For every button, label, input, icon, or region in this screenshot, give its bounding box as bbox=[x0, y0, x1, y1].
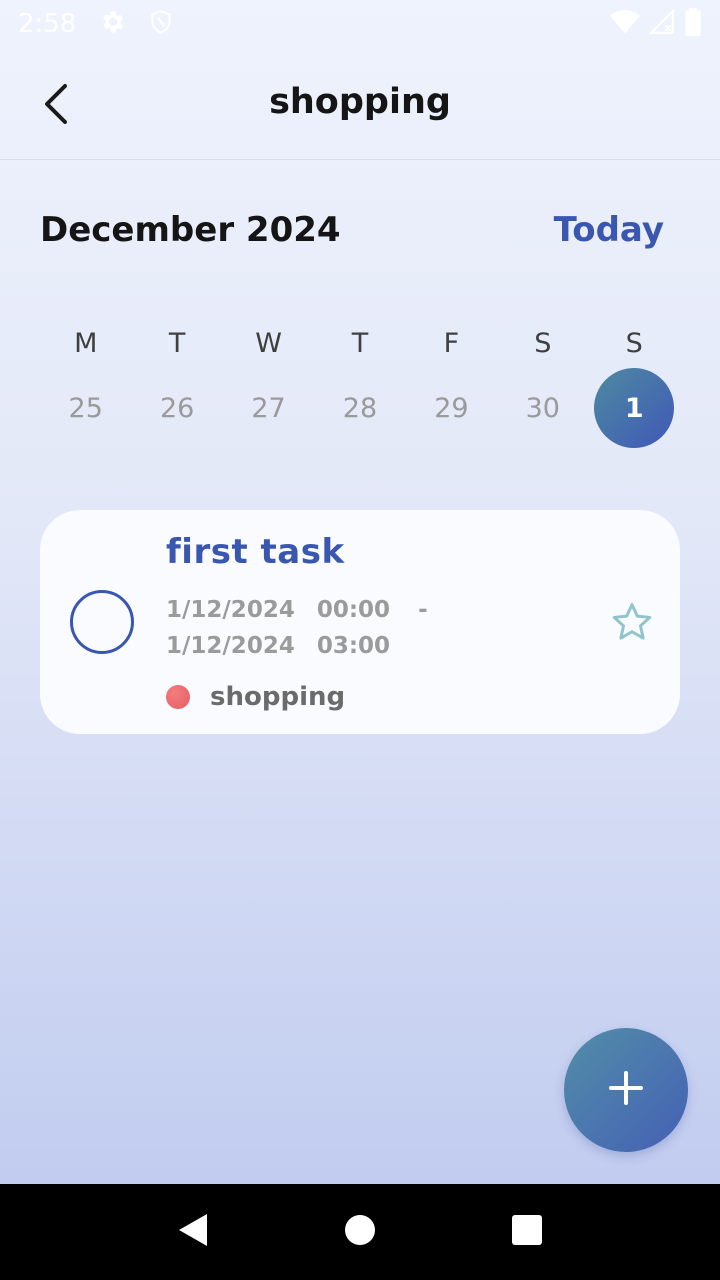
day-column: F 29 bbox=[406, 322, 497, 448]
date-cell-selected[interactable]: 1 bbox=[594, 368, 675, 448]
app-bar: shopping bbox=[0, 48, 720, 160]
week-strip: M 25 T 26 W 27 T 28 F 29 S 30 S 1 bbox=[40, 322, 680, 448]
date-cell[interactable]: 27 bbox=[229, 368, 309, 448]
signal-icon bbox=[648, 8, 676, 39]
date-cell[interactable]: 28 bbox=[320, 368, 400, 448]
nav-home-icon bbox=[344, 1214, 376, 1250]
plus-icon bbox=[608, 1070, 644, 1110]
day-column: T 28 bbox=[314, 322, 405, 448]
day-column: W 27 bbox=[223, 322, 314, 448]
weekday-label: T bbox=[351, 328, 369, 359]
day-column: S 30 bbox=[497, 322, 588, 448]
weekday-label: S bbox=[534, 328, 552, 359]
weekday-label: F bbox=[443, 328, 460, 359]
day-column: T 26 bbox=[131, 322, 222, 448]
date-cell[interactable]: 30 bbox=[503, 368, 583, 448]
day-column: M 25 bbox=[40, 322, 131, 448]
weekday-label: M bbox=[74, 328, 98, 359]
task-category: shopping bbox=[166, 682, 345, 712]
gear-icon bbox=[98, 8, 126, 40]
month-header: December 2024 Today bbox=[40, 210, 664, 250]
task-start-date: 1/12/2024 bbox=[166, 597, 295, 623]
nav-back-button[interactable] bbox=[163, 1202, 223, 1262]
task-card[interactable]: first task 1/12/2024 00:00 - 1/12/2024 0… bbox=[40, 510, 680, 734]
nav-home-button[interactable] bbox=[330, 1202, 390, 1262]
shield-icon bbox=[148, 8, 174, 40]
weekday-label: S bbox=[625, 328, 643, 359]
task-complete-checkbox[interactable] bbox=[70, 590, 134, 654]
battery-icon bbox=[684, 8, 702, 40]
star-icon bbox=[610, 603, 654, 648]
task-time-range: 1/12/2024 00:00 - 1/12/2024 03:00 bbox=[166, 592, 428, 664]
nav-recents-button[interactable] bbox=[497, 1202, 557, 1262]
nav-back-icon bbox=[177, 1212, 209, 1252]
favorite-button[interactable] bbox=[610, 600, 654, 644]
add-task-button[interactable] bbox=[564, 1028, 688, 1152]
today-button[interactable]: Today bbox=[554, 210, 664, 250]
task-title: first task bbox=[166, 532, 345, 572]
status-time: 2:58 bbox=[18, 9, 77, 39]
date-cell[interactable]: 29 bbox=[411, 368, 491, 448]
nav-recents-icon bbox=[511, 1215, 542, 1249]
wifi-icon bbox=[610, 9, 640, 39]
time-separator: - bbox=[418, 597, 428, 623]
date-cell[interactable]: 25 bbox=[46, 368, 126, 448]
date-cell[interactable]: 26 bbox=[137, 368, 217, 448]
status-bar: 2:58 bbox=[0, 0, 720, 48]
task-end-time: 03:00 bbox=[316, 633, 391, 659]
month-label: December 2024 bbox=[40, 210, 341, 250]
task-end-date: 1/12/2024 bbox=[166, 633, 295, 659]
day-column: S 1 bbox=[589, 322, 680, 448]
weekday-label: W bbox=[255, 328, 282, 359]
category-color-dot bbox=[166, 685, 190, 709]
page-title: shopping bbox=[269, 82, 451, 122]
system-nav-bar bbox=[0, 1184, 720, 1280]
weekday-label: T bbox=[168, 328, 186, 359]
task-start-time: 00:00 bbox=[316, 597, 391, 623]
category-label: shopping bbox=[210, 682, 346, 712]
